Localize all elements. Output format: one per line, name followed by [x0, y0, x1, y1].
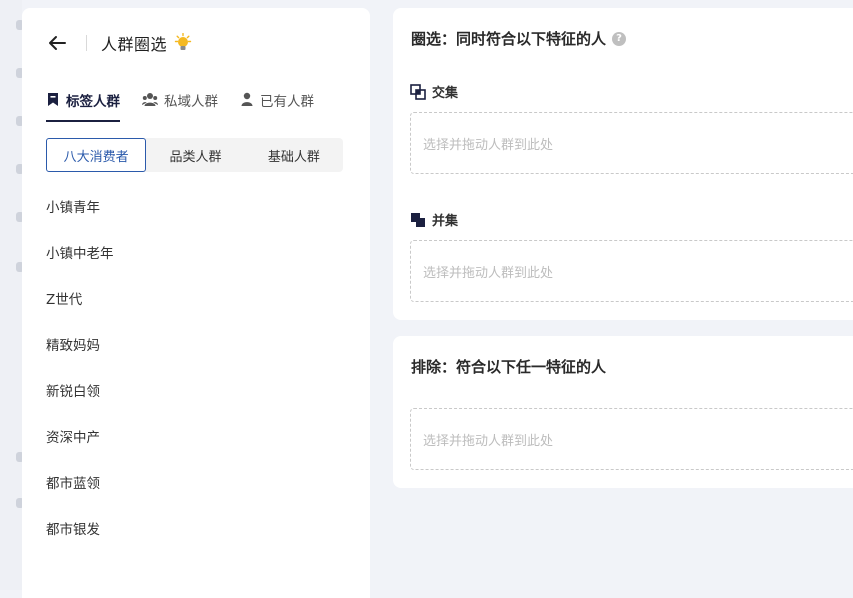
union-drop-zone[interactable]: 选择并拖动人群到此处	[410, 240, 853, 302]
list-item[interactable]: 小镇中老年	[46, 242, 114, 288]
tab-tag-audience[interactable]: 标签人群	[46, 90, 120, 122]
segment-basic-audience[interactable]: 基础人群	[245, 138, 343, 172]
tab-existing-audience[interactable]: 已有人群	[240, 90, 314, 122]
segment-eight-consumers[interactable]: 八大消费者	[46, 138, 147, 172]
page-title: 人群圈选	[101, 35, 168, 54]
side-rail	[0, 0, 24, 590]
union-icon	[410, 212, 426, 228]
intersection-icon	[410, 83, 426, 100]
category-segmented-control: 八大消费者 品类人群 基础人群	[46, 138, 343, 172]
panel-header: 人群圈选	[46, 30, 193, 56]
tab-label: 已有人群	[260, 94, 314, 110]
list-item[interactable]: 精致妈妈	[46, 334, 114, 380]
segment-category-audience[interactable]: 品类人群	[146, 138, 244, 172]
bookmark-icon	[46, 92, 60, 107]
intersection-header: 交集	[410, 82, 458, 101]
tab-label: 私域人群	[164, 94, 218, 110]
list-item[interactable]: Z世代	[46, 288, 114, 334]
help-icon[interactable]: ?	[612, 31, 627, 46]
audience-list: 小镇青年 小镇中老年 Z世代 精致妈妈 新锐白领 资深中产 都市蓝领 都市银发	[46, 196, 114, 564]
lightbulb-icon	[173, 33, 193, 53]
select-card-title-row: 圈选：同时符合以下特征的人 ?	[411, 28, 627, 49]
union-label: 并集	[432, 214, 459, 229]
intersection-label: 交集	[432, 86, 459, 101]
exclude-card: 排除：符合以下任一特征的人 选择并拖动人群到此处	[393, 336, 853, 488]
tab-label: 标签人群	[66, 94, 120, 110]
back-arrow-icon[interactable]	[46, 32, 68, 54]
exclude-card-title: 排除：符合以下任一特征的人	[411, 358, 607, 376]
person-icon	[240, 92, 254, 107]
list-item[interactable]: 小镇青年	[46, 196, 114, 242]
list-item[interactable]: 新锐白领	[46, 380, 114, 426]
audience-tabs: 标签人群 私域人群 已有人群	[46, 90, 336, 122]
audience-panel: 人群圈选 标签人群 私域人群 已有人群 八大消费者 品类人群 基础人群 小镇青年…	[22, 8, 370, 598]
union-header: 并集	[410, 210, 458, 229]
list-item[interactable]: 都市蓝领	[46, 472, 114, 518]
list-item[interactable]: 都市银发	[46, 518, 114, 564]
list-item[interactable]: 资深中产	[46, 426, 114, 472]
select-card: 圈选：同时符合以下特征的人 ? 交集 选择并拖动人群到此处 并集 选择并拖动人群…	[393, 8, 853, 320]
select-card-title: 圈选：同时符合以下特征的人	[411, 30, 607, 48]
exclude-drop-zone[interactable]: 选择并拖动人群到此处	[410, 408, 853, 470]
tab-private-audience[interactable]: 私域人群	[142, 90, 218, 122]
group-icon	[142, 92, 158, 107]
intersection-drop-zone[interactable]: 选择并拖动人群到此处	[410, 112, 853, 174]
divider	[86, 35, 87, 51]
